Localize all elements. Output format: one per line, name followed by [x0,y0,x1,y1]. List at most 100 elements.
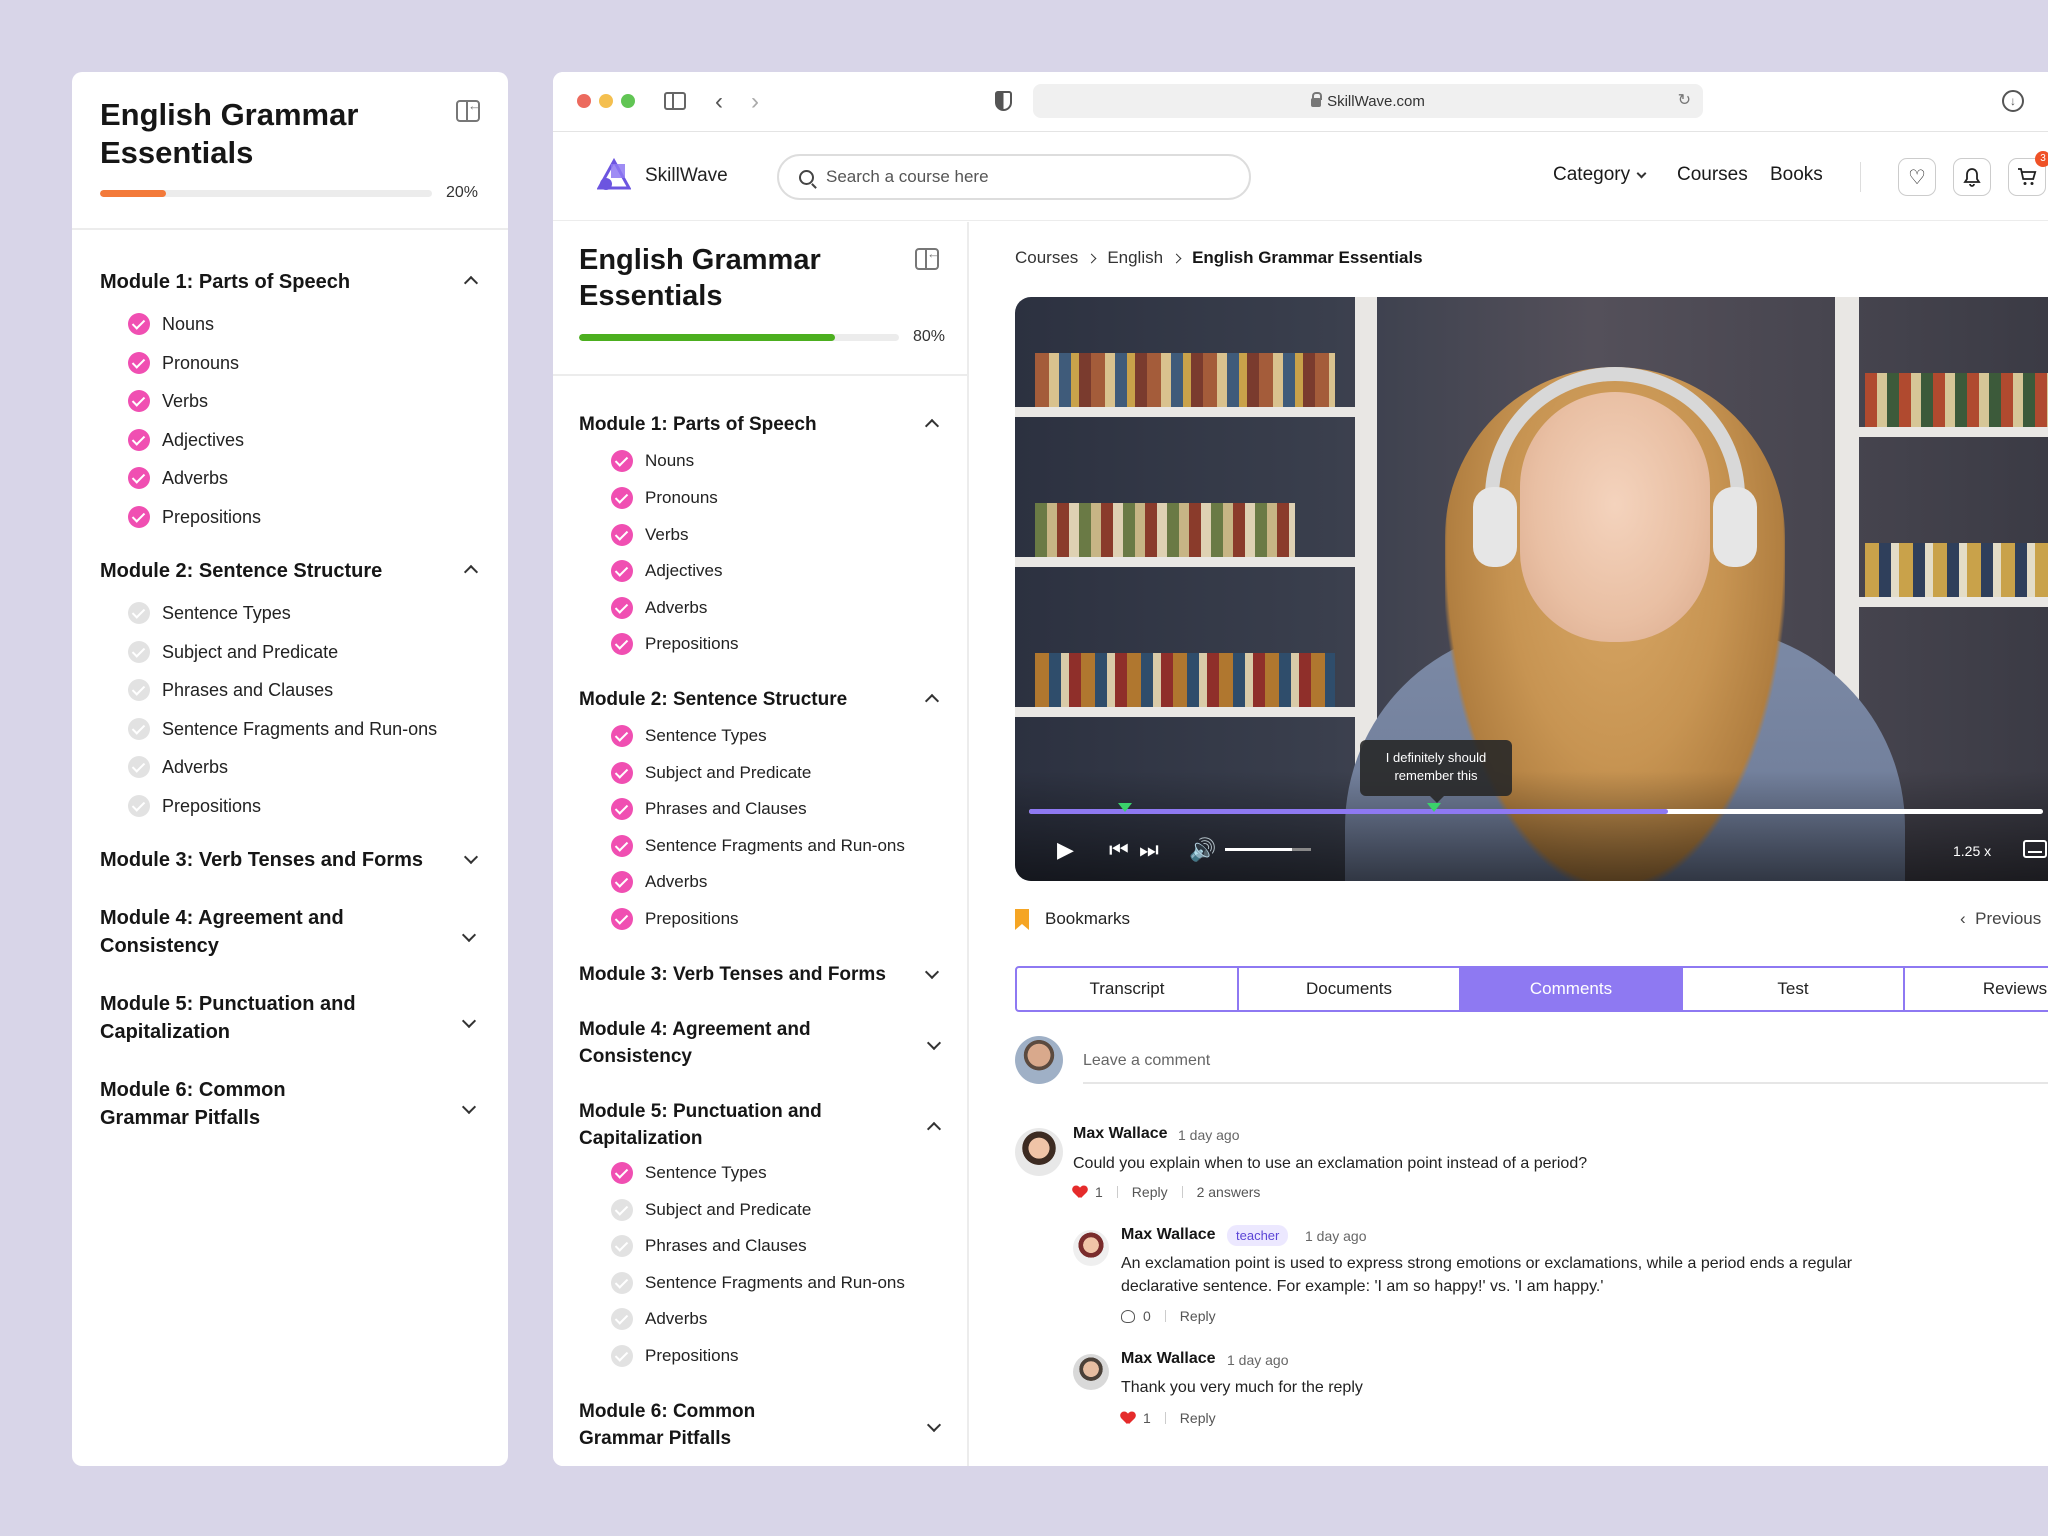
tab-transcript[interactable]: Transcript [1015,966,1239,1012]
module-3[interactable]: Module 3: Verb Tenses and Forms [100,846,480,874]
lesson-item[interactable]: Adverbs [611,1308,707,1330]
chevron-down-icon[interactable] [926,1035,942,1051]
lesson-item[interactable]: Prepositions [128,795,261,817]
brand-name[interactable]: SkillWave [645,165,728,187]
lesson-item[interactable]: Adjectives [611,560,722,582]
lesson-item[interactable]: Sentence Fragments and Run-ons [611,1272,905,1294]
module-5[interactable]: Module 5: Punctuation and Capitalization [579,1098,839,1152]
privacy-shield-icon[interactable] [995,91,1012,111]
lesson-item[interactable]: Prepositions [611,908,739,930]
playback-speed[interactable]: 1.25 x [1953,843,1991,859]
lesson-item[interactable]: Adjectives [128,429,244,451]
chevron-down-icon[interactable] [461,927,477,943]
back-icon[interactable]: ‹ [715,88,723,116]
tab-reviews[interactable]: Reviews [1903,966,2048,1012]
previous-lesson-button[interactable]: ‹ Previous [1960,909,2041,929]
reload-icon[interactable]: ↻ [1678,90,1691,110]
address-bar[interactable]: SkillWave.com ↻ [1033,84,1703,118]
module-5[interactable]: Module 5: Punctuation and Capitalization [100,990,370,1046]
lesson-item[interactable]: Phrases and Clauses [611,798,807,820]
chevron-down-icon[interactable] [461,1099,477,1115]
skip-back-icon[interactable]: ⏮ [1109,837,1129,863]
lesson-item[interactable]: Subject and Predicate [128,641,338,663]
skip-forward-icon[interactable]: ⏭ [1139,837,1159,863]
notification-bell-icon[interactable] [1953,158,1991,196]
module-2[interactable]: Module 2: Sentence Structure [579,686,941,713]
bookmark-marker[interactable] [1118,803,1132,812]
module-1[interactable]: Module 1: Parts of Speech [579,411,941,438]
nav-books[interactable]: Books [1770,164,1823,186]
lesson-item[interactable]: Adverbs [611,597,707,619]
lesson-item[interactable]: Prepositions [611,633,739,655]
lesson-item[interactable]: Adverbs [128,467,228,489]
bookmarks-link[interactable]: Bookmarks [1045,909,1130,929]
lesson-item[interactable]: Adverbs [611,871,707,893]
comment-author[interactable]: Max Wallace [1121,1350,1216,1368]
wishlist-heart-icon[interactable]: ♡ [1898,158,1936,196]
volume-slider[interactable] [1225,848,1311,851]
comment-author[interactable]: Max Wallace [1121,1226,1216,1244]
video-player[interactable]: I definitely should remember this ▶ ⏮ ⏭ … [1015,297,2048,881]
reply-button[interactable]: Reply [1132,1184,1168,1200]
lesson-item[interactable]: Subject and Predicate [611,762,811,784]
chevron-down-icon[interactable] [461,1013,477,1029]
breadcrumb-english[interactable]: English [1107,248,1163,268]
lesson-item[interactable]: Prepositions [611,1345,739,1367]
lesson-item[interactable]: Nouns [128,313,214,335]
lesson-item[interactable]: Sentence Fragments and Run-ons [611,835,905,857]
comment-author[interactable]: Max Wallace [1073,1125,1168,1143]
nav-courses[interactable]: Courses [1677,164,1748,186]
collapse-sidebar-icon[interactable] [915,246,940,270]
volume-icon[interactable]: 🔊 [1189,837,1216,863]
lesson-item[interactable]: Verbs [611,524,688,546]
lesson-item[interactable]: Sentence Types [611,725,767,747]
chevron-down-icon[interactable] [926,1417,942,1433]
lesson-item[interactable]: Subject and Predicate [611,1199,811,1221]
bookmark-marker[interactable] [1427,803,1441,812]
module-3[interactable]: Module 3: Verb Tenses and Forms [579,961,941,988]
lesson-item[interactable]: Sentence Fragments and Run-ons [128,718,437,740]
close-window-button[interactable] [577,94,591,108]
lesson-item[interactable]: Phrases and Clauses [611,1235,807,1257]
reply-button[interactable]: Reply [1180,1410,1216,1426]
tab-comments[interactable]: Comments [1459,966,1683,1012]
lesson-item[interactable]: Sentence Types [128,602,291,624]
heart-outline-icon[interactable] [1121,1309,1135,1323]
captions-icon[interactable] [2023,840,2047,858]
lesson-item[interactable]: Prepositions [128,506,261,528]
module-6[interactable]: Module 6: Common Grammar Pitfalls [579,1398,839,1452]
comment-input[interactable]: Leave a comment [1083,1040,2048,1084]
tab-documents[interactable]: Documents [1237,966,1461,1012]
lesson-item[interactable]: Verbs [128,390,208,412]
module-1[interactable]: Module 1: Parts of Speech [100,268,480,296]
lesson-item[interactable]: Phrases and Clauses [128,679,333,701]
cart-icon[interactable]: 3 [2008,151,2048,196]
course-search-input[interactable]: Search a course here [777,154,1251,200]
module-4[interactable]: Module 4: Agreement and Consistency [100,904,370,960]
sidebar-toggle-icon[interactable] [664,92,686,110]
chevron-up-icon[interactable] [926,1121,942,1137]
lesson-item[interactable]: Adverbs [128,756,228,778]
download-icon[interactable]: ↓ [2002,90,2024,112]
tab-test[interactable]: Test [1681,966,1905,1012]
reply-button[interactable]: Reply [1180,1308,1216,1324]
breadcrumb-courses[interactable]: Courses [1015,248,1078,268]
lesson-item[interactable]: Nouns [611,450,694,472]
nav-category[interactable]: Category [1553,164,1647,186]
module-6[interactable]: Module 6: Common Grammar Pitfalls [100,1076,370,1132]
lesson-item[interactable]: Sentence Types [611,1162,767,1184]
lesson-item[interactable]: Pronouns [128,352,239,374]
module-2[interactable]: Module 2: Sentence Structure [100,557,480,585]
module-4[interactable]: Module 4: Agreement and Consistency [579,1016,839,1070]
heart-icon[interactable] [1073,1186,1087,1199]
heart-icon[interactable] [1121,1412,1135,1425]
forward-icon[interactable]: › [751,88,759,116]
course-outline-panel: English Grammar Essentials 20% Module 1:… [72,72,508,1466]
play-icon[interactable]: ▶ [1057,837,1074,863]
answers-toggle[interactable]: 2 answers [1197,1184,1261,1200]
collapse-sidebar-icon[interactable] [456,98,481,122]
maximize-window-button[interactable] [621,94,635,108]
video-scrubber[interactable] [1029,803,2043,814]
lesson-item[interactable]: Pronouns [611,487,718,509]
minimize-window-button[interactable] [599,94,613,108]
